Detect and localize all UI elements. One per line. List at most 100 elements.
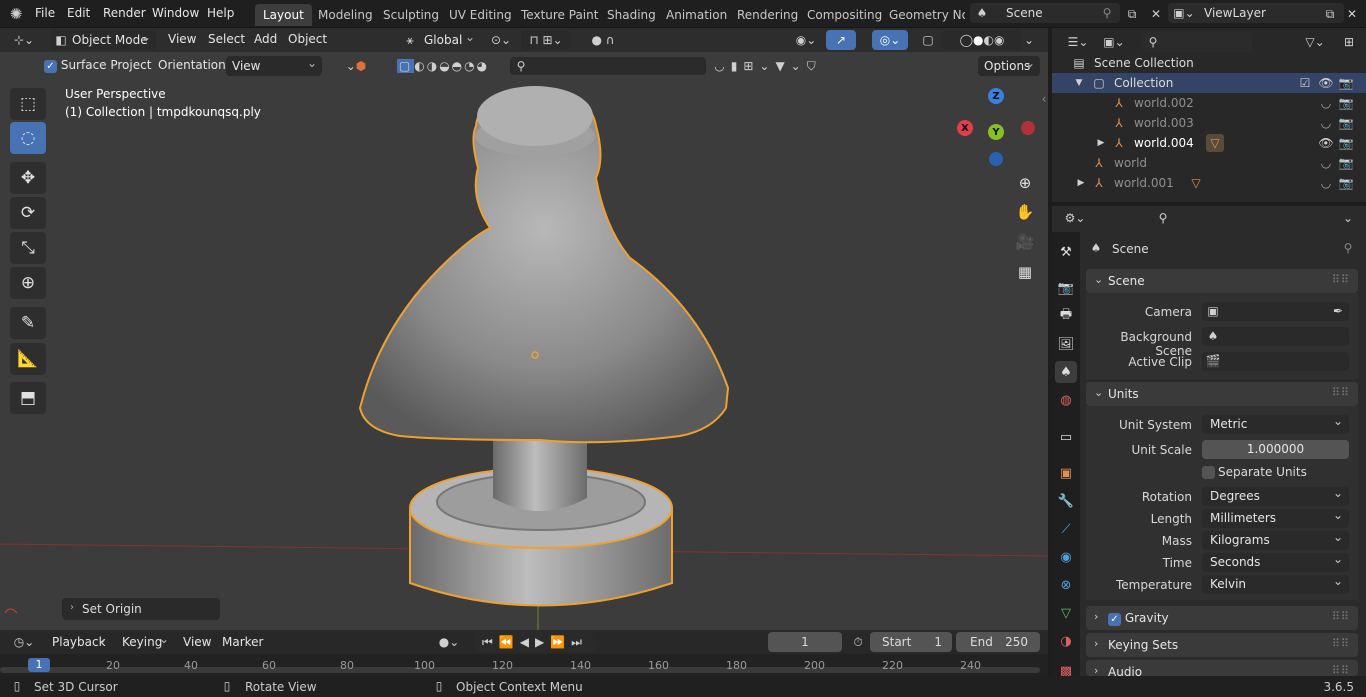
transform-tool[interactable]: ⊕: [10, 267, 46, 299]
material-tab-icon[interactable]: ◑: [1055, 630, 1077, 652]
mode-dropdown[interactable]: ◧ Object Mode: [50, 30, 156, 50]
tab-uv-editing[interactable]: UV Editing: [441, 4, 520, 26]
render-tab-icon[interactable]: 📷: [1055, 277, 1077, 299]
perspective-grid-icon[interactable]: ▦: [1012, 259, 1038, 285]
gizmo-y-axis[interactable]: Y: [988, 124, 1004, 140]
output-tab-icon[interactable]: 🖶: [1055, 305, 1077, 327]
outliner-row-item[interactable]: ⅄ world ◡ 📷: [1052, 153, 1366, 173]
start-frame-field[interactable]: Start 1: [870, 632, 952, 652]
tool-search-input[interactable]: ⚲: [510, 57, 706, 75]
editor-type-icon[interactable]: ⊹⌄: [8, 30, 40, 50]
scene-selector[interactable]: ♠ Scene ⚲: [970, 3, 1120, 23]
drag-handle-icon[interactable]: ⠿⠿: [1332, 610, 1350, 623]
outliner-row-item[interactable]: ⅄ world.002 ◡ 📷: [1052, 93, 1366, 113]
timeline-view-menu[interactable]: View: [183, 635, 211, 649]
expand-arrow-icon[interactable]: ▼: [1074, 75, 1084, 91]
active-clip-field[interactable]: 🎬: [1202, 352, 1349, 371]
menu-file[interactable]: File: [35, 6, 55, 20]
gizmo-toggle-icon[interactable]: ↗: [826, 30, 856, 50]
delete-viewlayer-icon[interactable]: ✕: [1342, 4, 1362, 24]
transform-orientation-dropdown[interactable]: ⚹ Global: [400, 30, 480, 50]
gizmo-z-axis[interactable]: Z: [988, 88, 1004, 104]
outliner-row-collection[interactable]: ▼ ▢ Collection ☑ 👁 📷: [1052, 73, 1366, 93]
menu-select[interactable]: Select: [208, 32, 245, 46]
viewlayer-selector[interactable]: ▣⌄ ViewLayer: [1168, 3, 1344, 23]
length-dropdown[interactable]: Millimeters: [1202, 508, 1349, 528]
eye-closed-icon[interactable]: ◡: [1318, 175, 1334, 191]
select-box-tool[interactable]: ⬚: [10, 88, 46, 120]
outliner-row-item[interactable]: ▶ ⅄ world.004 ▽ 👁 📷: [1052, 133, 1366, 153]
mesh-data-icon[interactable]: ▽: [1188, 175, 1204, 191]
gizmo-neg-x[interactable]: [1021, 121, 1035, 135]
measure-tool[interactable]: 📐: [10, 343, 46, 375]
eye-closed-icon[interactable]: ◡: [1318, 155, 1334, 171]
timeline-marker-menu[interactable]: Marker: [222, 635, 263, 649]
expand-arrow-icon[interactable]: ▶: [1076, 175, 1086, 191]
shading-dropdown-icon[interactable]: ⌄: [1022, 30, 1036, 50]
eyedropper-icon[interactable]: ✒: [1331, 303, 1345, 319]
eye-closed-icon[interactable]: ◡: [1318, 115, 1334, 131]
gravity-panel-header[interactable]: › ✓ Gravity ⠿⠿: [1086, 606, 1358, 630]
expand-arrow-icon[interactable]: ▶: [1096, 135, 1106, 151]
filter-icon[interactable]: ▽⌄: [1300, 32, 1330, 52]
time-dropdown[interactable]: Seconds: [1202, 552, 1349, 572]
drag-handle-icon[interactable]: ⠿⠿: [1332, 637, 1350, 650]
camera-field[interactable]: ▣ ✒: [1202, 302, 1349, 321]
last-operator-panel[interactable]: › Set Origin: [62, 598, 220, 620]
eye-icon[interactable]: 👁: [1318, 135, 1334, 151]
snap-target-icons[interactable]: ▢ ◐◑◒◓◔◕: [376, 57, 510, 75]
orientation-dropdown[interactable]: View: [226, 56, 322, 76]
menu-render[interactable]: Render: [103, 6, 146, 20]
camera-icon[interactable]: 📷: [1338, 135, 1354, 151]
color-icon[interactable]: ⌄ ⬢: [338, 57, 374, 75]
units-panel-header[interactable]: ⌄ Units ⠿⠿: [1086, 382, 1358, 406]
tab-rendering[interactable]: Rendering: [729, 4, 806, 26]
drag-handle-icon[interactable]: ⠿⠿: [1332, 273, 1350, 286]
add-cube-tool[interactable]: ⬒: [10, 382, 46, 414]
drag-handle-icon[interactable]: ⠿⠿: [1332, 386, 1350, 399]
shading-modes[interactable]: ◯ ● ◐◉: [942, 30, 1022, 50]
background-scene-field[interactable]: ♠: [1202, 327, 1349, 346]
zoom-icon[interactable]: ⊕: [1012, 170, 1038, 196]
camera-view-icon[interactable]: 🎥: [1012, 229, 1038, 255]
mass-dropdown[interactable]: Kilograms: [1202, 530, 1349, 550]
physics-tab-icon[interactable]: ◉: [1055, 546, 1077, 568]
outliner-editor-icon[interactable]: ☰⌄: [1062, 32, 1094, 52]
overlay-toggle-icon[interactable]: ◎⌄: [872, 30, 908, 50]
rotation-dropdown[interactable]: Degrees: [1202, 486, 1349, 506]
tab-geometry-nodes[interactable]: Geometry Noc: [881, 4, 965, 26]
scene-tab-icon[interactable]: ♠: [1055, 361, 1077, 383]
timeline-editor-icon[interactable]: ◷⌄: [8, 632, 40, 652]
rotate-tool[interactable]: ⟳: [10, 197, 46, 229]
separate-units-toggle[interactable]: Separate Units: [1202, 465, 1342, 481]
modifier-tab-icon[interactable]: 🔧: [1055, 490, 1077, 512]
view-layer-tab-icon[interactable]: 🖼: [1055, 333, 1077, 355]
menu-help[interactable]: Help: [207, 6, 234, 20]
camera-icon[interactable]: 📷: [1338, 75, 1354, 91]
checkbox-icon[interactable]: ☑: [1298, 76, 1312, 90]
temperature-dropdown[interactable]: Kelvin: [1202, 574, 1349, 594]
tab-shading[interactable]: Shading: [599, 4, 664, 26]
cursor-tool[interactable]: ◌: [10, 122, 46, 154]
properties-editor-icon[interactable]: ⚙⌄: [1060, 208, 1090, 228]
object-tab-icon[interactable]: ▣: [1055, 462, 1077, 484]
outliner-row-item[interactable]: ⅄ world.003 ◡ 📷: [1052, 113, 1366, 133]
outliner-search-input[interactable]: ⚲: [1142, 32, 1252, 52]
tab-compositing[interactable]: Compositing: [799, 4, 890, 26]
menu-view[interactable]: View: [168, 32, 196, 46]
new-collection-icon[interactable]: ⊞: [1338, 32, 1360, 52]
mesh-data-icon[interactable]: ▽: [1206, 134, 1224, 152]
current-frame-field[interactable]: 1: [768, 632, 842, 652]
filter-icons[interactable]: ◡▮⊞⌄▼⌄⛉: [708, 57, 828, 75]
pivot-icon[interactable]: ⊙⌄: [486, 30, 516, 50]
menu-window[interactable]: Window: [152, 6, 199, 20]
gizmo-neg-z[interactable]: [989, 152, 1003, 166]
display-mode-icon[interactable]: ▣⌄: [1098, 32, 1130, 52]
pin-icon[interactable]: ⚲: [1100, 5, 1114, 21]
scale-tool[interactable]: ⤡: [10, 232, 46, 264]
menu-object[interactable]: Object: [288, 32, 327, 46]
camera-icon[interactable]: 📷: [1338, 115, 1354, 131]
surface-project-toggle[interactable]: ✓ Surface Project: [44, 58, 151, 73]
move-tool[interactable]: ✥: [10, 162, 46, 194]
pan-hand-icon[interactable]: ✋: [1012, 199, 1038, 225]
